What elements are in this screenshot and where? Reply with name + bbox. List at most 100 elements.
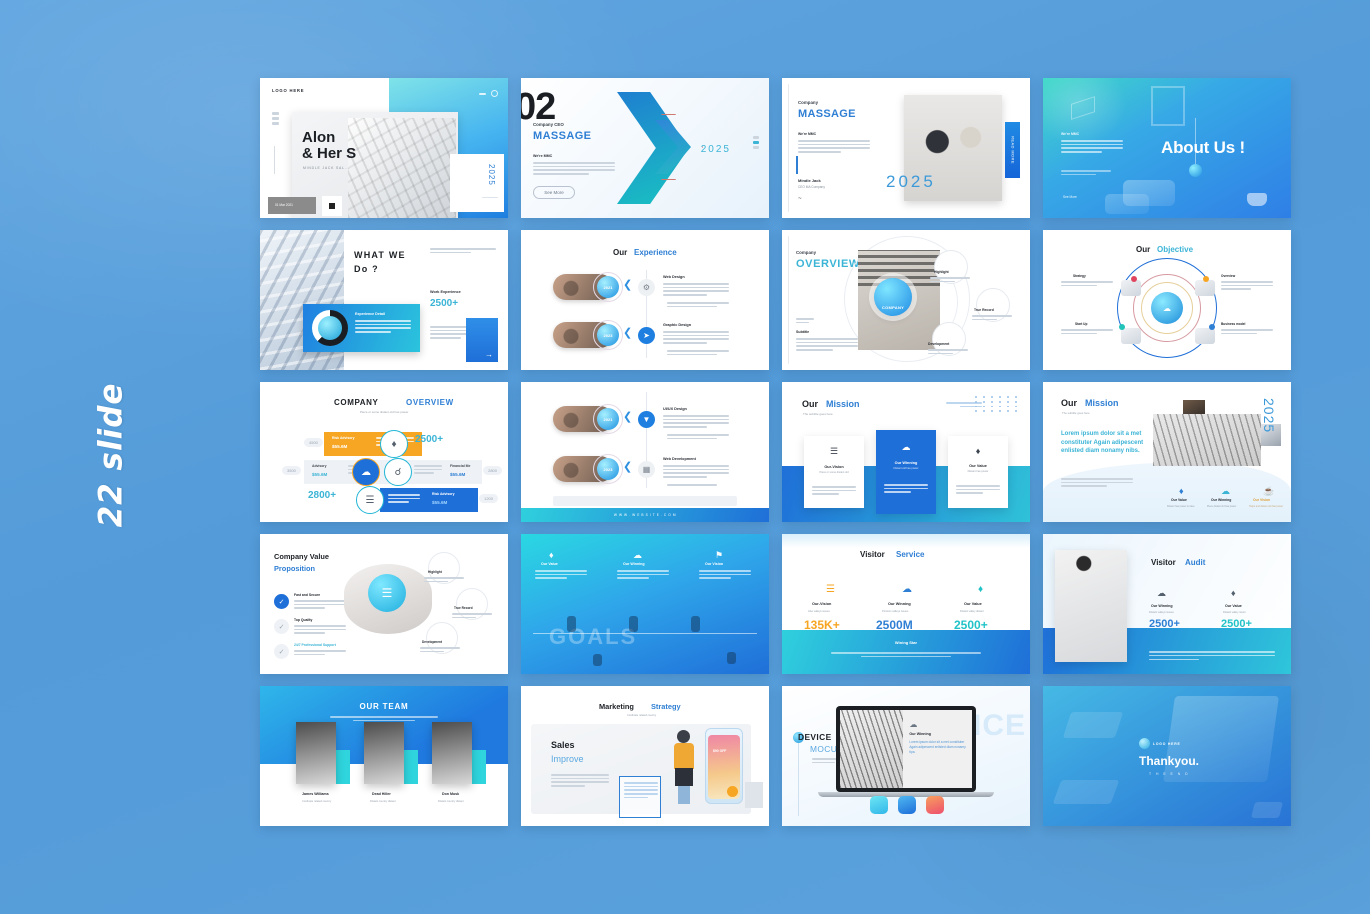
card-value-body — [956, 485, 1000, 494]
slide3-person-name: Mindle Jack — [798, 178, 821, 183]
node-truerecord-body — [972, 315, 1012, 321]
mission-card-vision[interactable]: ☰ Our-Vision Piece or some distant old — [804, 436, 864, 508]
slide-thumbnail-4[interactable]: About Us ! We're MMC See More — [1043, 78, 1291, 218]
wall-frame — [1151, 86, 1185, 126]
slide-thumbnail-13[interactable]: Company Value Proposition ✓ Fast and Sec… — [260, 534, 508, 674]
slide-thumbnail-6[interactable]: Our Experience 2021 ❮ ⚙ Web Design 2023 … — [521, 230, 769, 370]
laptop-screen-content: ☁ Our Winning Lorem ipsum dolor sit a me… — [903, 710, 972, 788]
marketing-title-b: Strategy — [651, 702, 681, 711]
audit-footer-body — [1149, 651, 1275, 660]
pillow-2 — [1105, 194, 1149, 214]
visitor-title-b: Service — [896, 550, 925, 559]
cover-menu-icon[interactable] — [479, 93, 486, 95]
item1-bullets — [667, 302, 729, 308]
cover-title-line1: Alon — [302, 129, 336, 146]
gear-icon: ⚙ — [638, 279, 655, 296]
slide-thumbnail-7[interactable]: Company OVERVIEW Subtitle COMPANY Highli… — [782, 230, 1030, 370]
slide-thumbnail-8[interactable]: Our Objective ☁ Strategy Overview Start … — [1043, 230, 1291, 370]
dot-pattern — [975, 396, 1020, 413]
item1-badge: 2021 — [597, 408, 619, 430]
offer-badge — [727, 786, 738, 797]
check-icon-1: ✓ — [274, 594, 289, 609]
next-arrow-button[interactable] — [466, 318, 498, 362]
cvp-title-1: Company Value — [274, 552, 330, 561]
thankyou-logo: LOGO HERE — [1139, 738, 1181, 749]
item2-label: Web Development — [663, 457, 696, 461]
slide-thumbnail-15[interactable]: Visitor Service ☰ Our-Vision Also valley… — [782, 534, 1030, 674]
card-value-label: Our Value — [969, 464, 987, 468]
see-more-button[interactable]: See More — [533, 186, 575, 199]
slide-thumbnail-20[interactable]: LOGO HERE Thankyou. T H E E N D — [1043, 686, 1291, 826]
slide-thumbnail-12[interactable]: Our Mission The subtitle goes here Lorem… — [1043, 382, 1291, 522]
cloud-icon: ☁ — [901, 442, 911, 452]
audit-stat1-value: 2500+ — [1149, 618, 1180, 630]
chevron-graphic — [617, 92, 709, 204]
marketing-note-lines — [624, 782, 658, 799]
item2-badge: 2023 — [597, 458, 619, 480]
slide-thumbnail-3[interactable]: Company MASSAGE We're MMC Mindle Jack CE… — [782, 78, 1030, 218]
mission-card-winning[interactable]: ☁ Our Winning Distant old has power — [876, 430, 936, 514]
app-icon-2[interactable] — [898, 796, 916, 814]
cover-square-accent — [322, 196, 342, 216]
slide3-year: 2025 — [886, 172, 936, 191]
audit-stat1-label: Our Winning — [1151, 604, 1173, 608]
app-icon-3[interactable] — [926, 796, 944, 814]
team-accent-3 — [472, 750, 486, 784]
row3-value: $55.6M — [432, 500, 448, 505]
mission12-title-b: Mission — [1085, 398, 1119, 408]
visitor-stat1-label: Our-Vision — [812, 602, 832, 606]
read-more-tab[interactable]: READ MORE — [1005, 122, 1020, 178]
screen-cloud-icon: ☁ — [909, 720, 918, 729]
slide2-social-icons[interactable] — [753, 136, 759, 150]
figure-3 — [691, 616, 700, 632]
mission12-subtitle: The subtitle goes here — [1062, 411, 1090, 415]
slide-thumbnail-2[interactable]: 02 Company CEO MASSAGE We're MMC See Mor… — [521, 78, 769, 218]
goals-col3-label: Our Vision — [705, 562, 724, 566]
value-icon: ♦ — [1179, 486, 1184, 496]
about-body-lines — [1061, 140, 1123, 153]
slide-thumbnail-14[interactable]: ♦ Our Value ☁ Our Winning ⚑ Our Vision G… — [521, 534, 769, 674]
objective-node-strategy — [1121, 280, 1141, 296]
item2-bullets — [667, 350, 729, 356]
slide-thumbnail-19[interactable]: DEVICE DEVICE MOCUP ☁ Our Winning Lorem … — [782, 686, 1030, 826]
slide-thumbnail-16[interactable]: Visitor Audit ☁ Our Winning Distant vall… — [1043, 534, 1291, 674]
experience-title-a: Our — [613, 248, 628, 257]
visitor-service-top-curve — [782, 534, 1030, 548]
visitor-stat1-sub: Also valleys issues — [808, 610, 830, 613]
overview9-title-b: OVERVIEW — [406, 398, 454, 407]
slide-thumbnail-1[interactable]: LOGO HERE Alon & Her S MINDLE JACK SAL..… — [260, 78, 508, 218]
work-experience-value: 2500+ — [430, 298, 459, 309]
slide3-eyebrow: Company — [798, 100, 819, 105]
overview-dot — [1203, 276, 1209, 282]
slide-thumbnail-18[interactable]: Marketing Strategy Cordinate related cou… — [521, 686, 769, 826]
send-icon: ➤ — [638, 327, 655, 344]
about-link[interactable]: See More — [1063, 195, 1077, 199]
slide-thumbnail-10[interactable]: 2021 ❮ ▼ UI/UX Design 2023 ❮ ▦ Web Devel… — [521, 382, 769, 522]
chair-decor — [745, 782, 763, 808]
slide-thumbnail-5[interactable]: WHAT WE Do ? Work Experience 2500+ Exper… — [260, 230, 508, 370]
device-pole — [798, 742, 799, 816]
app-icon-1[interactable] — [870, 796, 888, 814]
team-accent-1 — [336, 750, 350, 784]
slide-thumbnail-11[interactable]: Our Mission The subtitle goes here ☰ Our… — [782, 382, 1030, 522]
social-icons-column[interactable] — [272, 112, 279, 126]
figure-2 — [629, 616, 638, 632]
screen-body: Lorem ipsum dolor sit a met constituter … — [909, 740, 966, 754]
overview-mini-lines — [796, 318, 814, 324]
slide-thumbnail-9[interactable]: COMPANY OVERVIEW Piece or some distant o… — [260, 382, 508, 522]
card-vision-body — [812, 486, 856, 495]
team-member3-role: Distant country distant — [438, 800, 464, 803]
objective-business-label: Business model — [1221, 322, 1246, 326]
marketing-title-a: Marketing — [599, 702, 634, 711]
slide-thumbnail-17[interactable]: OUR TEAM James Williams Cordinate relate… — [260, 686, 508, 826]
mission-card-value[interactable]: ♦ Our Value Distant has power — [948, 436, 1008, 508]
cover-date-button[interactable]: 01 Mar 2021 — [268, 197, 316, 214]
objective-node-startup — [1121, 328, 1141, 344]
card-vision-sub: Piece or some distant old — [819, 471, 849, 474]
objective-node-overview — [1195, 280, 1215, 296]
signature: ~ — [798, 196, 802, 202]
sales-heading: Sales — [551, 740, 575, 750]
cvp-feature2-body — [294, 625, 346, 634]
objective-overview-body — [1221, 281, 1273, 290]
audit-cloud-icon: ☁ — [1157, 588, 1166, 598]
